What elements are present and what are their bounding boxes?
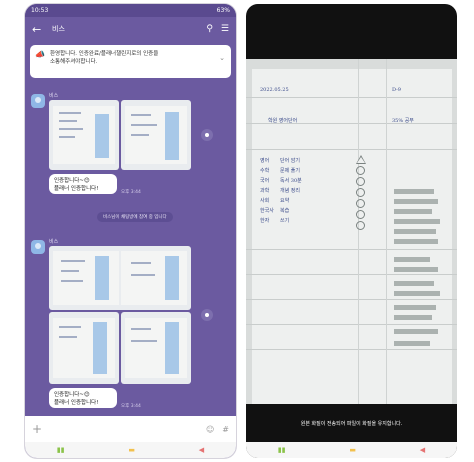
chat-title: 비스 [52,25,65,33]
notice-line-1: 환영합니다. 인증완료/플래너챌린지로의 인증을 [50,51,159,57]
task-label: 단어 암기 [280,158,300,164]
notebook-photo[interactable]: 2022.05.25 D-9 학원 영어단어 35% 공부 영어 수학 국어 과… [246,59,457,404]
subject-label: 수학 [260,168,270,174]
back-nav-icon[interactable]: ◀ [199,446,204,454]
photo-thumbnail[interactable] [49,100,119,170]
menu-icon[interactable]: ☰ [221,24,229,34]
share-icon[interactable] [201,309,213,321]
notice-line-2: 소통해주셔야합니다. [50,59,98,65]
photo-thumbnail[interactable] [49,246,191,310]
circle-mark-icon [356,210,365,219]
task-label: 문제 풀기 [280,168,300,174]
status-battery: 63% [216,7,230,14]
share-icon[interactable] [201,129,213,141]
emoji-icon[interactable]: ☺ [206,425,214,434]
circle-mark-icon [356,188,365,197]
megaphone-icon: 📣 [35,50,45,59]
system-nav-bar: ▮▮ ▬ ◀ [25,442,236,458]
message-line-2: 플래너 인증합니다! [54,400,99,406]
recent-apps-icon[interactable]: ▮▮ [57,446,65,454]
sender-name: 비스 [49,93,59,99]
notebook-subtitle: 학원 영어단어 [268,118,298,124]
home-icon[interactable]: ▬ [349,446,356,454]
notebook-page-number: D-9 [392,87,401,93]
circle-mark-icon [356,166,365,175]
message-input-bar: + ☺ # [25,416,236,442]
chevron-down-icon[interactable]: ⌄ [219,54,225,62]
chat-screen: 10:53 63% ← 비스 ⚲ ☰ 📣 환영합니다. 인증완료/플래너챌린지로… [25,4,236,458]
back-nav-icon[interactable]: ◀ [420,446,425,454]
back-arrow-icon[interactable]: ← [32,23,44,36]
message-bubble[interactable]: 인증합니다~😊 플래너 인증합니다! [49,388,117,408]
task-label: 요약 [280,198,290,204]
system-nav-bar: ▮▮ ▬ ◀ [246,442,457,458]
subject-label: 과학 [260,188,270,194]
photo-thumbnail[interactable] [121,100,191,170]
message-line-1: 인증합니다~😊 [54,178,90,184]
status-time: 10:53 [31,7,49,14]
subject-label: 영어 [260,158,270,164]
photo-thumbnail[interactable] [121,312,191,384]
photo-viewer-screen: 2022.05.25 D-9 학원 영어단어 35% 공부 영어 수학 국어 과… [246,4,457,458]
task-label: 개념 정리 [280,188,300,194]
message-line-2: 플래너 인증합니다! [54,186,99,192]
subject-label: 한국사 [260,208,274,214]
circle-mark-icon [356,177,365,186]
task-label: 독서 30분 [280,178,302,184]
triangle-mark-icon [356,155,366,164]
home-icon[interactable]: ▬ [128,446,135,454]
chat-header: ← 비스 ⚲ ☰ [25,17,236,41]
status-bar: 10:53 63% [25,4,236,17]
plus-icon[interactable]: + [32,422,42,436]
message-time: 오후 3:44 [121,404,141,409]
circle-mark-icon [356,221,365,230]
sender-name: 비스 [49,239,59,245]
notebook-right-note: 35% 공부 [392,118,414,124]
recent-apps-icon[interactable]: ▮▮ [278,446,286,454]
notebook-date: 2022.05.25 [260,87,289,93]
subject-label: 국어 [260,178,270,184]
hash-icon[interactable]: # [222,425,229,434]
message-bubble[interactable]: 인증합니다~😊 플래너 인증합니다! [49,174,117,194]
photo-caption: 원본 화질이 전송되어 파일이 화질을 유지합니다. [300,421,403,427]
system-message: 비스님이 채팅방에 참여 중 입니다 [97,212,173,222]
avatar[interactable] [31,94,45,108]
subject-label: 한자 [260,218,270,224]
avatar[interactable] [31,240,45,254]
subject-label: 사회 [260,198,270,204]
search-icon[interactable]: ⚲ [206,24,213,34]
task-label: 복습 [280,208,290,214]
message-time: 오후 3:44 [121,190,141,195]
notice-banner[interactable]: 📣 환영합니다. 인증완료/플래너챌린지로의 인증을 소통해주셔야합니다. ⌄ [30,45,231,78]
task-label: 쓰기 [280,218,290,224]
photo-thumbnail[interactable] [49,312,119,384]
message-line-1: 인증합니다~😊 [54,392,90,398]
circle-mark-icon [356,199,365,208]
